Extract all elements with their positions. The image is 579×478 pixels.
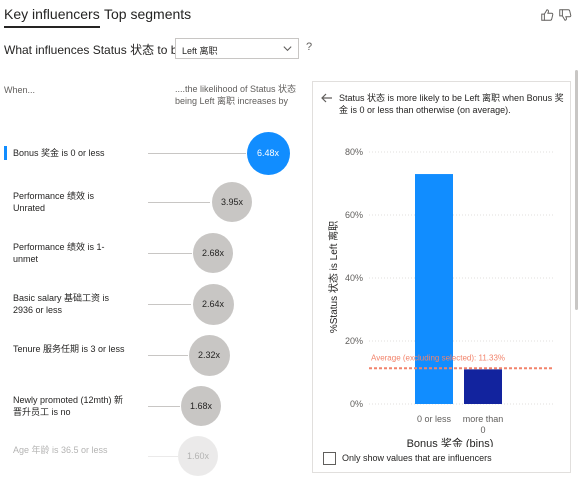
influencer-connector [148, 153, 246, 154]
influencer-label: Tenure 服务任期 is 3 or less [13, 344, 125, 354]
bar [415, 174, 453, 404]
influencer-row[interactable]: Performance 绩效 is 1-unmet 2.68x [0, 231, 305, 275]
only-influencers-label: Only show values that are influencers [342, 453, 492, 463]
tab-top-segments[interactable]: Top segments [104, 6, 191, 22]
y-tick-label: 40% [345, 273, 363, 283]
influence-bubble: 6.48x [246, 131, 290, 175]
influencer-label: Performance 绩效 is Unrated [13, 191, 95, 213]
help-icon[interactable]: ? [306, 41, 312, 53]
influence-bubble: 1.68x [181, 386, 221, 426]
influence-bubble: 2.32x [188, 334, 230, 376]
influencer-connector [148, 253, 192, 254]
influencer-connector [148, 406, 180, 407]
average-label: Average (excluding selected): 11.33% [371, 353, 505, 362]
influencer-label: Basic salary 基础工资 is 2936 or less [13, 293, 110, 315]
influencer-label: Bonus 奖金 is 0 or less [13, 148, 105, 158]
influencer-label: Performance 绩效 is 1-unmet [13, 242, 105, 264]
x-tick-label: 0 or less [417, 414, 452, 424]
status-value-dropdown[interactable]: Left 离职 [175, 38, 299, 59]
thumbs-up-icon[interactable] [540, 8, 554, 22]
influencer-row[interactable]: Age 年龄 is 36.5 or less 1.60x [0, 434, 305, 478]
y-tick-label: 80% [345, 147, 363, 157]
influencer-row[interactable]: Tenure 服务任期 is 3 or less 2.32x [0, 333, 305, 377]
bar [464, 369, 502, 404]
influencer-connector [148, 304, 191, 305]
influencer-row[interactable]: Basic salary 基础工资 is 2936 or less 2.64x [0, 282, 305, 326]
y-tick-label: 0% [350, 399, 363, 409]
only-influencers-checkbox[interactable] [323, 452, 336, 465]
influencer-connector [148, 355, 188, 356]
likelihood-column-header: ....the likelihood of Status 状态 being Le… [175, 84, 297, 106]
x-tick-label: more than [463, 414, 504, 424]
y-tick-label: 20% [345, 336, 363, 346]
x-axis-title: Bonus 奖金 (bins) [407, 436, 494, 447]
chevron-down-icon [283, 46, 292, 52]
y-axis-title: %Status 状态 is Left 离职 [327, 221, 340, 333]
bar-chart: 0% 20% 40% 60% 80% 0 or less more than0 Average… [327, 147, 553, 447]
detail-panel: Status 状态 is more likely to be Left 离职 w… [312, 81, 571, 473]
x-tick-label: 0 [480, 425, 485, 435]
influencer-connector [148, 202, 210, 203]
question-label: What influences Status 状态 to be [4, 43, 185, 57]
tab-key-influencers[interactable]: Key influencers [4, 6, 100, 28]
influencer-row[interactable]: Performance 绩效 is Unrated 3.95x [0, 180, 305, 224]
scrollbar[interactable] [575, 70, 578, 310]
dropdown-selected-value: Left 离职 [182, 46, 218, 56]
influencer-row[interactable]: Newly promoted (12mth) 新晋升员工 is no 1.68x [0, 384, 305, 428]
influencer-row[interactable]: Bonus 奖金 is 0 or less 6.48x [0, 131, 305, 175]
influencer-label: Newly promoted (12mth) 新晋升员工 is no [13, 395, 124, 417]
influence-bubble: 1.60x [178, 436, 218, 476]
influence-bubble: 2.68x [193, 233, 233, 273]
thumbs-down-icon[interactable] [558, 8, 572, 22]
influencer-connector [148, 456, 178, 457]
influencer-label: Age 年龄 is 36.5 or less [13, 445, 108, 455]
y-tick-label: 60% [345, 210, 363, 220]
influence-bubble: 3.95x [212, 182, 252, 222]
influence-bubble: 2.64x [192, 283, 234, 325]
when-column-header: When... [4, 85, 36, 95]
